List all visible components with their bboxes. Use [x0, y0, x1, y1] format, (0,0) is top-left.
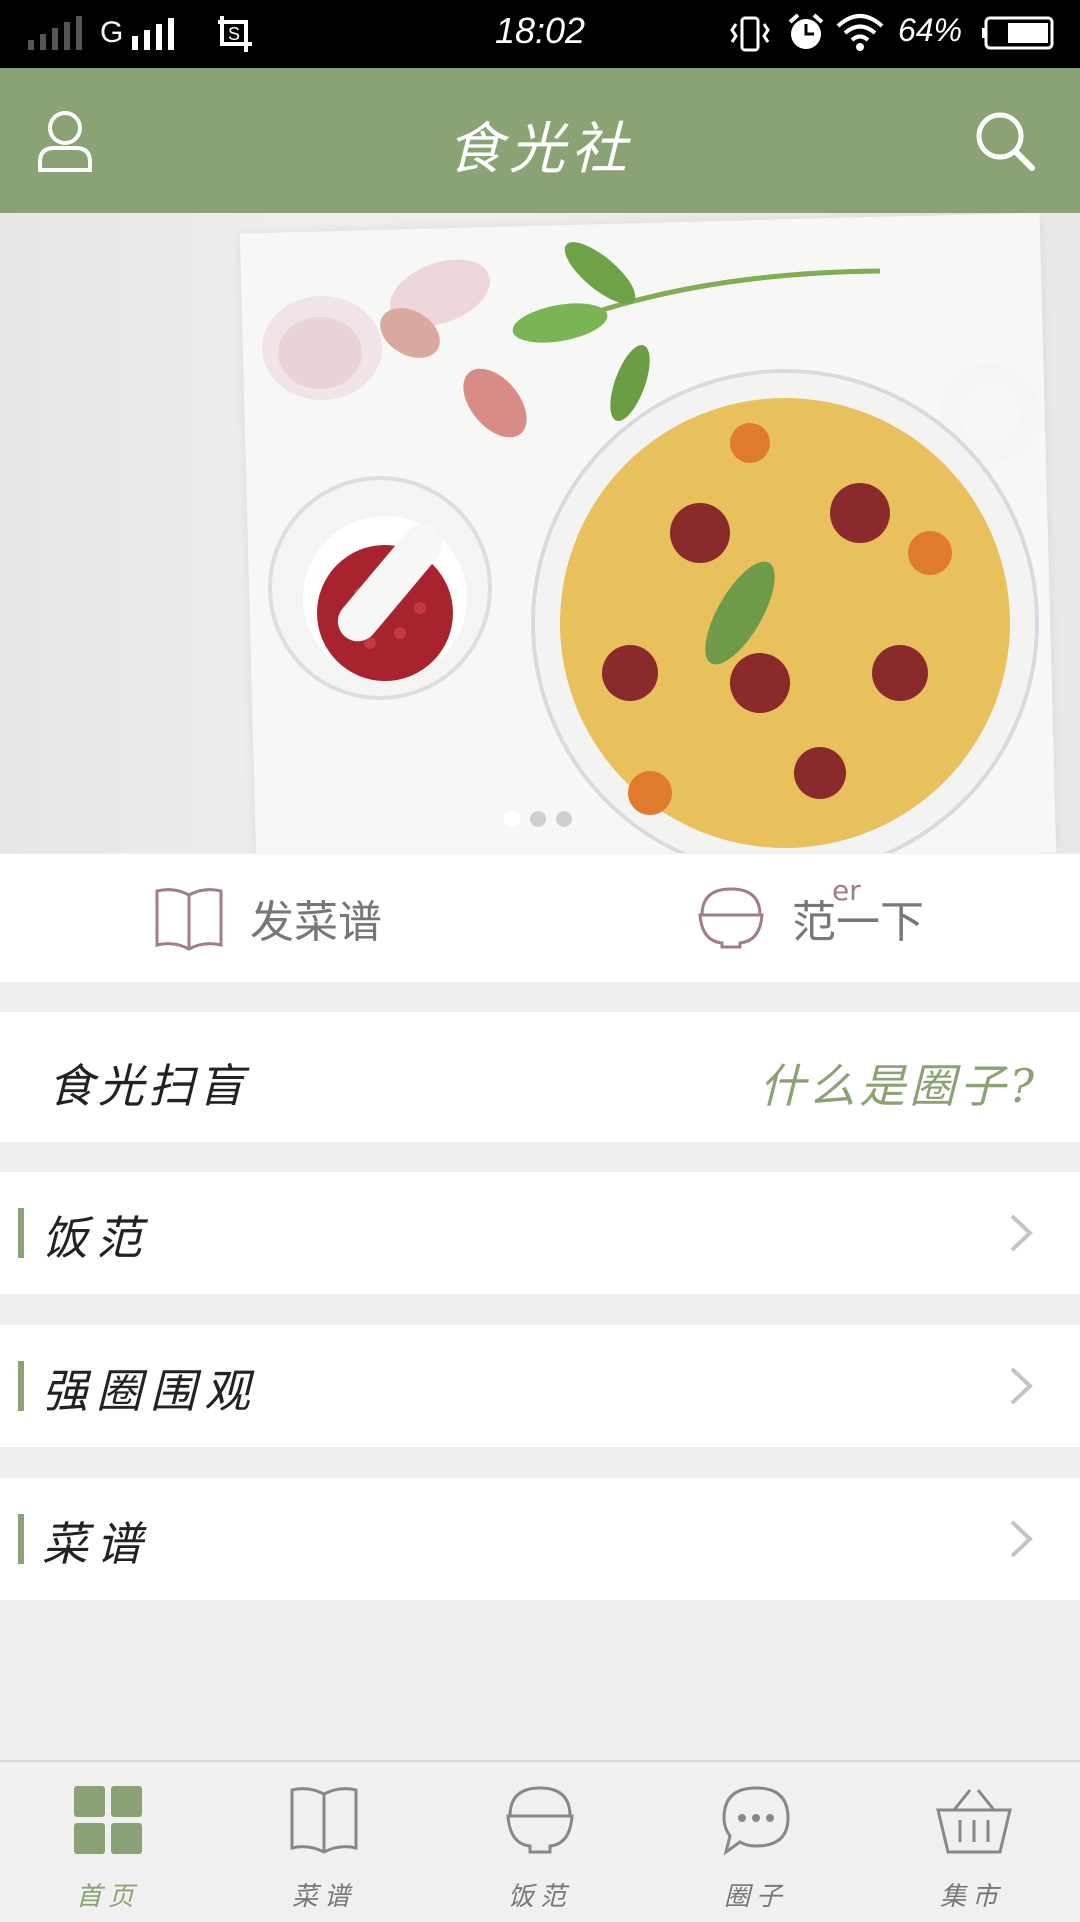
nav-label: 集市 — [939, 1882, 1004, 1912]
nav-tab-home[interactable]: 首页 — [0, 1762, 216, 1922]
eat-button[interactable]: 范一下 er — [696, 854, 924, 982]
chevron-right-icon — [1010, 1367, 1033, 1405]
nav-tab-fanfan[interactable]: 饭范 — [432, 1762, 648, 1922]
pasta-dish-photo — [262, 242, 1040, 853]
open-book-icon — [155, 888, 223, 951]
row-label: 菜谱 — [42, 1517, 150, 1571]
chat-bubble-icon — [722, 1786, 790, 1856]
alarm-icon — [788, 13, 824, 49]
app-title: 食光社 — [447, 117, 633, 182]
list-row-circles[interactable]: 强圈围观 — [0, 1325, 1080, 1447]
bowl-icon — [506, 1786, 574, 1854]
chevron-right-icon — [1010, 1520, 1033, 1558]
intro-section: 食光扫盲 什么是圈子? — [0, 1012, 1080, 1142]
row-accent-bar — [18, 1514, 24, 1564]
banner-carousel[interactable] — [0, 213, 1080, 853]
quick-actions: 发菜谱 范一下 er — [0, 854, 1080, 982]
row-label: 强圈围观 — [42, 1364, 258, 1418]
carousel-dot[interactable] — [530, 811, 546, 827]
nav-label: 菜谱 — [291, 1882, 356, 1912]
nav-tab-market[interactable]: 集市 — [864, 1762, 1080, 1922]
grid-icon — [74, 1786, 142, 1854]
battery-percentage: 64% — [898, 12, 963, 48]
battery-icon — [982, 16, 1054, 50]
nav-tab-recipes[interactable]: 菜谱 — [216, 1762, 432, 1922]
what-is-circle-link[interactable]: 什么是圈子? — [759, 1050, 1038, 1116]
app-header: 食光社 — [0, 68, 1080, 213]
bowl-icon — [698, 887, 764, 949]
nav-label: 首页 — [75, 1882, 140, 1912]
row-accent-bar — [18, 1361, 24, 1411]
post-recipe-button[interactable]: 发菜谱 — [154, 854, 382, 982]
vibrate-icon — [730, 16, 770, 52]
bottom-navigation: 首页 菜谱 饭范 圈子 集市 — [0, 1760, 1080, 1922]
carousel-dot[interactable] — [556, 811, 572, 827]
chevron-right-icon — [1010, 1214, 1033, 1252]
carousel-indicator — [504, 811, 572, 827]
list-row-fanfan[interactable]: 饭范 — [0, 1172, 1080, 1294]
search-icon[interactable] — [974, 110, 1036, 172]
nav-label: 圈子 — [723, 1882, 788, 1912]
status-bar: G S 18:02 64% — [0, 0, 1080, 68]
basket-icon — [936, 1789, 1012, 1854]
wifi-icon — [836, 14, 884, 51]
nav-tab-circles[interactable]: 圈子 — [648, 1762, 864, 1922]
row-accent-bar — [18, 1208, 24, 1258]
row-label: 饭范 — [42, 1211, 150, 1265]
list-row-recipes[interactable]: 菜谱 — [0, 1478, 1080, 1600]
carousel-dot[interactable] — [504, 811, 520, 827]
nav-label: 饭范 — [507, 1882, 572, 1912]
post-recipe-label: 发菜谱 — [250, 897, 382, 948]
book-icon — [290, 1787, 358, 1854]
eat-superscript: er — [832, 874, 861, 907]
intro-title: 食光扫盲 — [48, 1059, 248, 1113]
